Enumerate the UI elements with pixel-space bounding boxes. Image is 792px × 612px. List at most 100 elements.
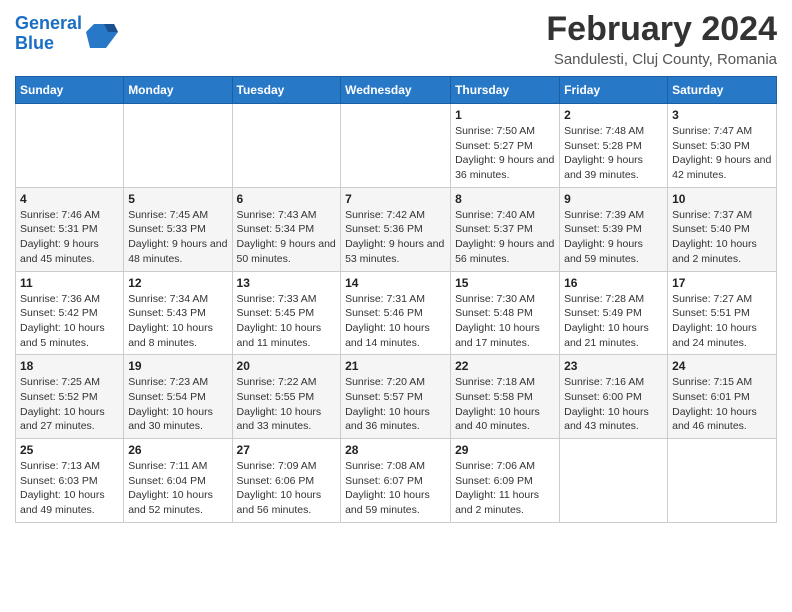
calendar-cell: 27 Sunrise: 7:09 AM Sunset: 6:06 PM Dayli… (232, 439, 341, 523)
day-info: Sunrise: 7:50 AM Sunset: 5:27 PM Dayligh… (455, 124, 555, 183)
calendar-cell: 25Sunrise: 7:13 AM Sunset: 6:03 PM Dayli… (16, 439, 124, 523)
day-number: 19 (128, 359, 227, 373)
day-number: 2 (564, 108, 663, 122)
day-info: Sunrise: 7:46 AM Sunset: 5:31 PM Dayligh… (20, 208, 119, 267)
calendar-cell: 20 Sunrise: 7:22 AM Sunset: 5:55 PM Dayli… (232, 355, 341, 439)
calendar-cell: 10Sunrise: 7:37 AM Sunset: 5:40 PM Dayli… (668, 187, 777, 271)
day-info: Sunrise: 7:45 AM Sunset: 5:33 PM Dayligh… (128, 208, 227, 267)
day-number: 1 (455, 108, 555, 122)
weekday-header: Tuesday (232, 77, 341, 104)
calendar-cell: 5 Sunrise: 7:45 AM Sunset: 5:33 PM Daylig… (124, 187, 232, 271)
day-number: 21 (345, 359, 446, 373)
calendar-cell (16, 104, 124, 188)
calendar-cell: 18 Sunrise: 7:25 AM Sunset: 5:52 PM Dayli… (16, 355, 124, 439)
day-number: 23 (564, 359, 663, 373)
calendar-week-row: 1 Sunrise: 7:50 AM Sunset: 5:27 PM Daylig… (16, 104, 777, 188)
calendar-header: SundayMondayTuesdayWednesdayThursdayFrid… (16, 77, 777, 104)
calendar-cell (668, 439, 777, 523)
calendar-cell (341, 104, 451, 188)
day-number: 8 (455, 192, 555, 206)
calendar-cell: 14 Sunrise: 7:31 AM Sunset: 5:46 PM Dayli… (341, 271, 451, 355)
day-number: 5 (128, 192, 227, 206)
day-info: Sunrise: 7:23 AM Sunset: 5:54 PM Dayligh… (128, 375, 227, 434)
day-number: 12 (128, 276, 227, 290)
day-number: 18 (20, 359, 119, 373)
day-number: 11 (20, 276, 119, 290)
calendar-cell: 17 Sunrise: 7:27 AM Sunset: 5:51 PM Dayli… (668, 271, 777, 355)
calendar-cell: 12 Sunrise: 7:34 AM Sunset: 5:43 PM Dayli… (124, 271, 232, 355)
day-info: Sunrise: 7:06 AM Sunset: 6:09 PM Dayligh… (455, 459, 555, 518)
day-info: Sunrise: 7:27 AM Sunset: 5:51 PM Dayligh… (672, 292, 772, 351)
page-subtitle: Sandulesti, Cluj County, Romania (546, 51, 777, 68)
calendar-cell: 16 Sunrise: 7:28 AM Sunset: 5:49 PM Dayli… (560, 271, 668, 355)
day-number: 6 (237, 192, 337, 206)
day-number: 17 (672, 276, 772, 290)
calendar-cell: 7Sunrise: 7:42 AM Sunset: 5:36 PM Daylig… (341, 187, 451, 271)
calendar-cell: 22 Sunrise: 7:18 AM Sunset: 5:58 PM Dayli… (451, 355, 560, 439)
calendar-cell: 21Sunrise: 7:20 AM Sunset: 5:57 PM Dayli… (341, 355, 451, 439)
calendar-cell: 15 Sunrise: 7:30 AM Sunset: 5:48 PM Dayli… (451, 271, 560, 355)
calendar-body: 1 Sunrise: 7:50 AM Sunset: 5:27 PM Daylig… (16, 104, 777, 523)
day-info: Sunrise: 7:25 AM Sunset: 5:52 PM Dayligh… (20, 375, 119, 434)
day-info: Sunrise: 7:47 AM Sunset: 5:30 PM Dayligh… (672, 124, 772, 183)
day-number: 14 (345, 276, 446, 290)
calendar-week-row: 11 Sunrise: 7:36 AM Sunset: 5:42 PM Dayli… (16, 271, 777, 355)
calendar-cell: 6 Sunrise: 7:43 AM Sunset: 5:34 PM Daylig… (232, 187, 341, 271)
weekday-header: Saturday (668, 77, 777, 104)
page-header: GeneralBlue February 2024 Sandulesti, Cl… (15, 10, 777, 68)
calendar-cell: 23 Sunrise: 7:16 AM Sunset: 6:00 PM Dayli… (560, 355, 668, 439)
day-info: Sunrise: 7:28 AM Sunset: 5:49 PM Dayligh… (564, 292, 663, 351)
weekday-header: Wednesday (341, 77, 451, 104)
calendar-cell: 8 Sunrise: 7:40 AM Sunset: 5:37 PM Daylig… (451, 187, 560, 271)
calendar-cell: 13Sunrise: 7:33 AM Sunset: 5:45 PM Dayli… (232, 271, 341, 355)
day-info: Sunrise: 7:15 AM Sunset: 6:01 PM Dayligh… (672, 375, 772, 434)
day-info: Sunrise: 7:16 AM Sunset: 6:00 PM Dayligh… (564, 375, 663, 434)
day-info: Sunrise: 7:30 AM Sunset: 5:48 PM Dayligh… (455, 292, 555, 351)
day-number: 27 (237, 443, 337, 457)
day-number: 7 (345, 192, 446, 206)
day-number: 20 (237, 359, 337, 373)
day-info: Sunrise: 7:43 AM Sunset: 5:34 PM Dayligh… (237, 208, 337, 267)
logo: GeneralBlue (15, 14, 118, 54)
calendar-cell: 4Sunrise: 7:46 AM Sunset: 5:31 PM Daylig… (16, 187, 124, 271)
day-info: Sunrise: 7:18 AM Sunset: 5:58 PM Dayligh… (455, 375, 555, 434)
day-number: 24 (672, 359, 772, 373)
day-number: 9 (564, 192, 663, 206)
day-number: 15 (455, 276, 555, 290)
calendar-cell: 3 Sunrise: 7:47 AM Sunset: 5:30 PM Daylig… (668, 104, 777, 188)
calendar-table: SundayMondayTuesdayWednesdayThursdayFrid… (15, 76, 777, 523)
calendar-cell (560, 439, 668, 523)
day-number: 22 (455, 359, 555, 373)
weekday-header: Sunday (16, 77, 124, 104)
day-info: Sunrise: 7:34 AM Sunset: 5:43 PM Dayligh… (128, 292, 227, 351)
day-info: Sunrise: 7:40 AM Sunset: 5:37 PM Dayligh… (455, 208, 555, 267)
calendar-cell: 9Sunrise: 7:39 AM Sunset: 5:39 PM Daylig… (560, 187, 668, 271)
calendar-cell: 28 Sunrise: 7:08 AM Sunset: 6:07 PM Dayli… (341, 439, 451, 523)
weekday-header: Thursday (451, 77, 560, 104)
calendar-week-row: 4Sunrise: 7:46 AM Sunset: 5:31 PM Daylig… (16, 187, 777, 271)
day-info: Sunrise: 7:08 AM Sunset: 6:07 PM Dayligh… (345, 459, 446, 518)
weekday-header: Friday (560, 77, 668, 104)
day-info: Sunrise: 7:22 AM Sunset: 5:55 PM Dayligh… (237, 375, 337, 434)
day-number: 29 (455, 443, 555, 457)
day-info: Sunrise: 7:09 AM Sunset: 6:06 PM Dayligh… (237, 459, 337, 518)
calendar-cell: 11 Sunrise: 7:36 AM Sunset: 5:42 PM Dayli… (16, 271, 124, 355)
day-info: Sunrise: 7:48 AM Sunset: 5:28 PM Dayligh… (564, 124, 663, 183)
day-number: 16 (564, 276, 663, 290)
calendar-cell: 24 Sunrise: 7:15 AM Sunset: 6:01 PM Dayli… (668, 355, 777, 439)
title-area: February 2024 Sandulesti, Cluj County, R… (546, 10, 777, 68)
calendar-cell: 29 Sunrise: 7:06 AM Sunset: 6:09 PM Dayli… (451, 439, 560, 523)
calendar-cell (124, 104, 232, 188)
day-number: 3 (672, 108, 772, 122)
day-info: Sunrise: 7:31 AM Sunset: 5:46 PM Dayligh… (345, 292, 446, 351)
day-info: Sunrise: 7:33 AM Sunset: 5:45 PM Dayligh… (237, 292, 337, 351)
calendar-cell: 19 Sunrise: 7:23 AM Sunset: 5:54 PM Dayli… (124, 355, 232, 439)
day-number: 28 (345, 443, 446, 457)
calendar-cell: 1 Sunrise: 7:50 AM Sunset: 5:27 PM Daylig… (451, 104, 560, 188)
weekday-header: Monday (124, 77, 232, 104)
day-info: Sunrise: 7:37 AM Sunset: 5:40 PM Dayligh… (672, 208, 772, 267)
day-info: Sunrise: 7:11 AM Sunset: 6:04 PM Dayligh… (128, 459, 227, 518)
day-info: Sunrise: 7:36 AM Sunset: 5:42 PM Dayligh… (20, 292, 119, 351)
calendar-cell (232, 104, 341, 188)
day-number: 26 (128, 443, 227, 457)
